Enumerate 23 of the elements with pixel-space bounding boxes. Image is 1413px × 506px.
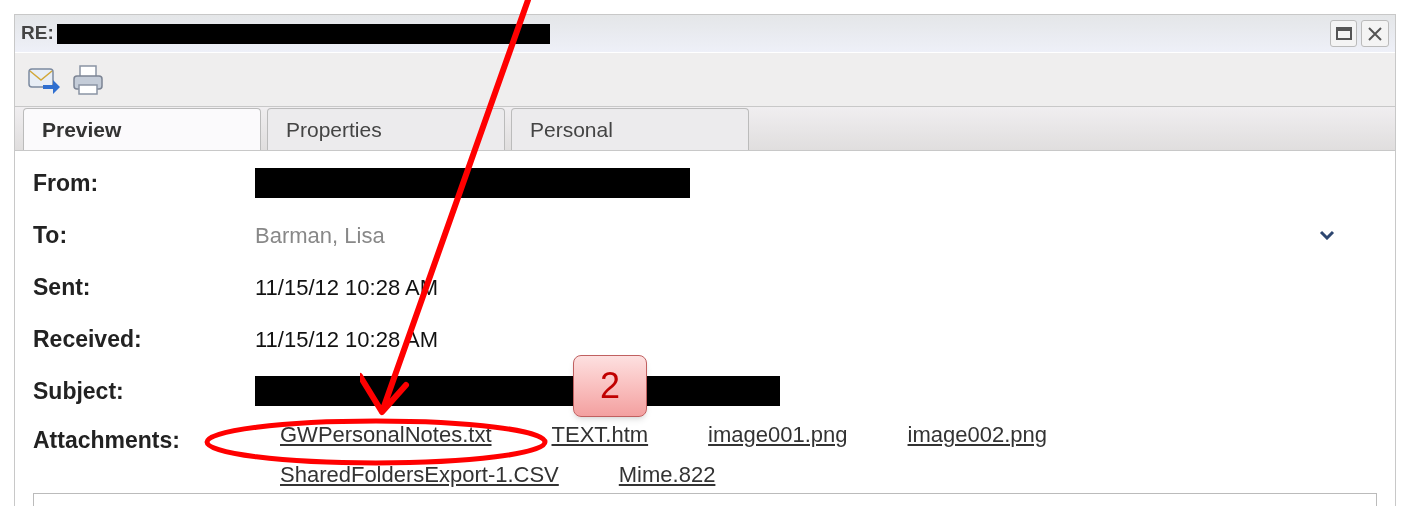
field-label: Subject: bbox=[33, 376, 125, 406]
attachment-link[interactable]: image001.png bbox=[708, 423, 848, 447]
field-label: Sent: bbox=[33, 272, 92, 302]
close-icon bbox=[1367, 25, 1383, 42]
callout-badge: 2 bbox=[573, 355, 647, 417]
maximize-icon bbox=[1335, 27, 1352, 41]
attachment-link[interactable]: TEXT.htm bbox=[551, 423, 649, 447]
attachment-link[interactable]: Mime.822 bbox=[618, 463, 716, 487]
tab[interactable]: Personal bbox=[511, 108, 749, 150]
field-label: To: bbox=[33, 220, 69, 250]
field-label: Attachments: bbox=[33, 426, 181, 455]
attachment-link[interactable]: SharedFoldersExport-1.CSV bbox=[280, 463, 559, 487]
tab[interactable]: Preview bbox=[23, 108, 261, 150]
printer-icon[interactable] bbox=[71, 62, 105, 97]
attachment-link[interactable]: image002.png bbox=[907, 423, 1047, 447]
field-label: Received: bbox=[33, 324, 143, 354]
field-label: From: bbox=[33, 168, 100, 198]
tab[interactable]: Properties bbox=[267, 108, 505, 150]
close-button[interactable] bbox=[1361, 20, 1389, 48]
field-value: Barman, Lisa bbox=[255, 221, 385, 250]
maximize-button[interactable] bbox=[1330, 20, 1357, 48]
chevron-down-icon[interactable] bbox=[1319, 230, 1335, 240]
window-title: RE: bbox=[21, 21, 54, 46]
